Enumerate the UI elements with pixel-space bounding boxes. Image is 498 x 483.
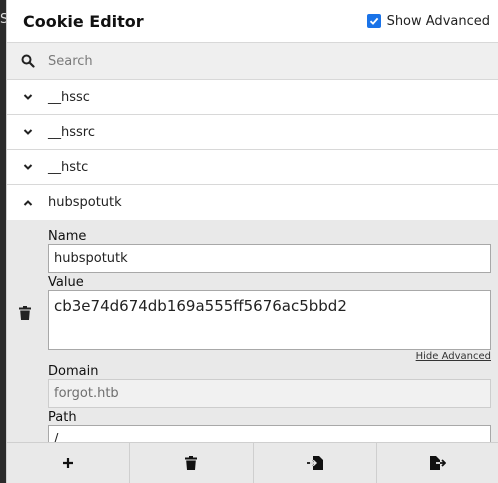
cookie-detail-panel: Name hubspotutk Value cb3e74d674db169a55…	[7, 220, 498, 454]
path-label: Path	[48, 410, 77, 425]
cookie-name: __hstc	[48, 159, 89, 175]
show-advanced-toggle[interactable]: Show Advanced	[366, 13, 490, 29]
cookie-fields: Name hubspotutk Value cb3e74d674db169a55…	[48, 229, 491, 454]
page-title: Cookie Editor	[23, 11, 144, 31]
cookie-editor-popup: Cookie Editor Show Advanced __hssc __hss…	[6, 0, 498, 483]
delete-all-button[interactable]	[130, 443, 254, 483]
chevron-down-icon[interactable]	[7, 128, 48, 136]
show-advanced-label: Show Advanced	[386, 13, 490, 29]
delete-cookie-button[interactable]	[19, 306, 31, 325]
search-input[interactable]	[48, 53, 448, 69]
cookie-row-hssc[interactable]: __hssc	[7, 80, 498, 115]
checkbox-checked-icon[interactable]	[366, 14, 381, 28]
chevron-up-icon[interactable]	[7, 199, 48, 207]
export-button[interactable]	[377, 443, 498, 483]
cookie-row-hstc[interactable]: __hstc	[7, 150, 498, 185]
cookie-name: hubspotutk	[48, 195, 122, 210]
delete-all-icon[interactable]	[185, 456, 198, 470]
value-field[interactable]: cb3e74d674db169a555ff5676ac5bbd2	[48, 290, 491, 350]
name-label: Name	[48, 229, 87, 244]
hide-advanced-link[interactable]: Hide Advanced	[48, 350, 491, 364]
cookie-row-hssrc[interactable]: __hssrc	[7, 115, 498, 150]
import-button[interactable]	[254, 443, 377, 483]
chevron-down-icon[interactable]	[7, 163, 48, 171]
trash-icon[interactable]	[19, 306, 31, 320]
header: Cookie Editor Show Advanced	[7, 0, 498, 43]
export-icon[interactable]	[429, 456, 446, 470]
import-icon[interactable]	[306, 456, 323, 470]
name-field[interactable]: hubspotutk	[48, 244, 491, 273]
cookie-name: __hssc	[48, 89, 90, 105]
search-icon	[7, 54, 48, 68]
bottom-toolbar	[7, 442, 498, 483]
domain-field[interactable]: forgot.htb	[48, 379, 491, 408]
cookie-row-hubspotutk[interactable]: hubspotutk	[7, 185, 498, 220]
add-cookie-button[interactable]	[7, 443, 131, 483]
value-label: Value	[48, 275, 84, 290]
add-icon[interactable]	[62, 457, 74, 469]
search-bar	[7, 43, 498, 80]
domain-label: Domain	[48, 364, 99, 379]
chevron-down-icon[interactable]	[7, 93, 48, 101]
cookie-name: __hssrc	[48, 124, 95, 140]
